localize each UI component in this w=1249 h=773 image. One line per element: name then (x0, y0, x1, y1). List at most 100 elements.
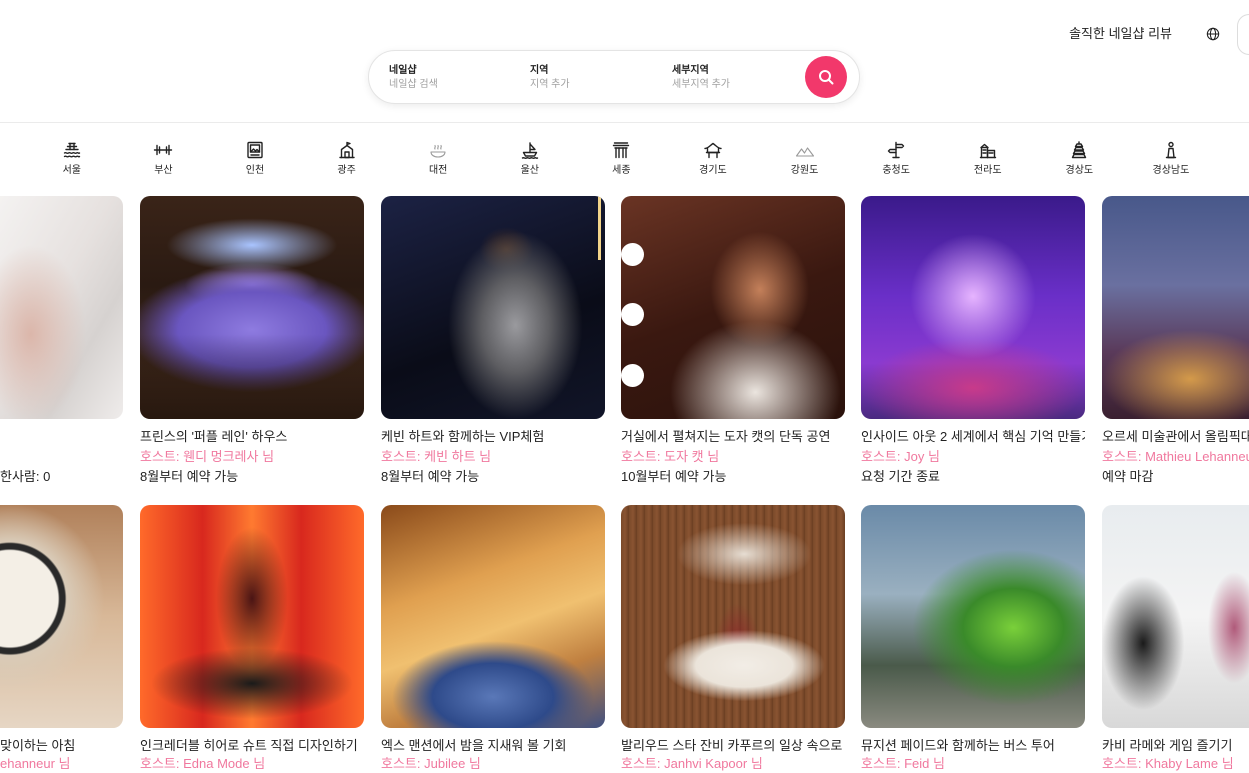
listing-card[interactable]: 뮤지션 페이드와 함께하는 버스 투어 호스트: Feid 님 (861, 505, 1085, 772)
listing-image[interactable] (140, 505, 364, 728)
framed-picture-icon (245, 140, 265, 160)
category-label: 울산 (520, 165, 539, 176)
listing-image[interactable] (381, 505, 605, 728)
buildings-icon (978, 140, 998, 160)
category-label: 강원도 (790, 165, 819, 176)
listing-host: 호스트: 케빈 하트 님 (381, 449, 492, 464)
listing-info: 케빈 하트와 함께하는 VIP체험 호스트: 케빈 하트 님 8월부터 예약 가… (381, 427, 605, 487)
category-label: 경상도 (1065, 165, 1094, 176)
category-label: 광주 (337, 165, 356, 176)
listing-card[interactable]: 한사람: 0 (0, 196, 123, 487)
listing-status: 10월부터 예약 가능 (621, 469, 727, 484)
category-label: 대전 (428, 165, 448, 176)
listing-image[interactable] (0, 196, 123, 419)
listing-image[interactable] (621, 505, 845, 728)
listing-status: 8월부터 예약 가능 (381, 469, 480, 484)
listing-title: 엑스 맨션에서 밤을 지새워 볼 기회 (381, 738, 567, 753)
listing-card[interactable]: 프린스의 '퍼플 레인' 하우스 호스트: 웬디 멍크레사 님 8월부터 예약 … (140, 196, 364, 487)
category-item[interactable]: 경상남도 (1125, 140, 1217, 178)
listing-status: 요청 기간 종료 (861, 469, 940, 484)
listing-info: 인사이드 아웃 2 세계에서 핵심 기억 만들기 호스트: Joy 님 요청 기… (861, 427, 1085, 487)
listing-card[interactable]: 카비 라메와 게임 즐기기 호스트: Khaby Lame 님 (1102, 505, 1249, 772)
listing-host: 호스트: Mathieu Lehanneu (1102, 449, 1249, 464)
listing-title: 뮤지션 페이드와 함께하는 버스 투어 (861, 738, 1055, 753)
listing-title: 인크레더블 히어로 슈트 직접 디자인하기 (140, 738, 358, 753)
listing-host: 호스트: Jubilee 님 (381, 756, 481, 771)
nail-shop-reviews-link[interactable]: 솔직한 네일샵 리뷰 (1069, 25, 1172, 43)
listing-card[interactable]: 케빈 하트와 함께하는 VIP체험 호스트: 케빈 하트 님 8월부터 예약 가… (381, 196, 605, 487)
category-label: 세종 (612, 165, 631, 176)
category-label: 경기도 (699, 165, 727, 176)
pavilion-icon (703, 140, 723, 160)
category-label: 인천 (245, 165, 265, 176)
search-field-nail-shop[interactable]: 네일샵 (389, 64, 519, 92)
user-menu-button[interactable] (1237, 14, 1249, 55)
category-item[interactable]: 강원도 (759, 140, 851, 178)
listing-card[interactable]: 인크레더블 히어로 슈트 직접 디자인하기 호스트: Edna Mode 님 (140, 505, 364, 772)
category-item[interactable]: 충청도 (850, 140, 942, 178)
listing-host: 호스트: 도자 캣 님 (621, 449, 720, 464)
listing-info: 프린스의 '퍼플 레인' 하우스 호스트: 웬디 멍크레사 님 8월부터 예약 … (140, 427, 364, 487)
listing-title: 맞이하는 아침 (0, 738, 76, 753)
category-item[interactable]: 부산 (118, 140, 210, 178)
listing-host: 호스트: Edna Mode 님 (140, 756, 266, 771)
listing-info: 발리우드 스타 잔비 카푸르의 일상 속으로 호스트: Janhvi Kapoo… (621, 737, 845, 772)
listing-card[interactable]: 거실에서 펼쳐지는 도자 캣의 단독 공연 호스트: 도자 캣 님 10월부터 … (621, 196, 845, 487)
listing-title: 케빈 하트와 함께하는 VIP체험 (381, 429, 545, 444)
category-item[interactable]: 서울 (26, 140, 118, 178)
listing-info: 엑스 맨션에서 밤을 지새워 볼 기회 호스트: Jubilee 님 (381, 737, 605, 772)
listing-title: 발리우드 스타 잔비 카푸르의 일상 속으로 (621, 738, 843, 753)
search-field-label: 지역 (530, 65, 549, 76)
steaming-bowl-icon (428, 140, 448, 160)
category-label: 경상남도 (1152, 165, 1190, 176)
search-field-region[interactable]: 지역 지역 추가 (530, 64, 660, 92)
listing-host: ehanneur 님 (0, 756, 71, 771)
search-field-label: 네일샵 (389, 65, 417, 76)
listing-title (0, 427, 123, 447)
listing-image[interactable] (861, 505, 1085, 728)
listing-card[interactable]: 엑스 맨션에서 밤을 지새워 볼 기회 호스트: Jubilee 님 (381, 505, 605, 772)
listing-title: 오르세 미술관에서 올림픽대 (1102, 429, 1249, 444)
listing-image[interactable] (0, 505, 123, 728)
listing-status: 한사람: 0 (0, 469, 51, 484)
category-item[interactable]: 경기도 (667, 140, 759, 178)
listing-info: 맞이하는 아침 ehanneur 님 (0, 737, 123, 772)
search-icon (818, 69, 834, 85)
category-item[interactable]: 인천 (209, 140, 301, 178)
category-item[interactable]: 울산 (484, 140, 576, 178)
listing-host: 호스트: Khaby Lame 님 (1102, 756, 1234, 771)
search-button[interactable] (805, 56, 847, 98)
ship-icon (520, 140, 540, 160)
building-icon (337, 140, 357, 160)
search-bar: 네일샵 지역 지역 추가 세부지역 세부지역 추가 (368, 50, 860, 104)
listing-card[interactable]: 오르세 미술관에서 올림픽대 호스트: Mathieu Lehanneu 예약 … (1102, 196, 1249, 487)
category-item[interactable]: 전라도 (942, 140, 1034, 178)
category-item[interactable]: 광주 (301, 140, 393, 178)
listing-image[interactable] (1102, 505, 1249, 728)
listing-info: 카비 라메와 게임 즐기기 호스트: Khaby Lame 님 (1102, 737, 1249, 772)
listing-image[interactable] (140, 196, 364, 419)
category-item[interactable]: 세종 (576, 140, 668, 178)
listing-image[interactable] (621, 196, 845, 419)
listing-card[interactable]: 인사이드 아웃 2 세계에서 핵심 기억 만들기 호스트: Joy 님 요청 기… (861, 196, 1085, 487)
listing-card[interactable]: 발리우드 스타 잔비 카푸르의 일상 속으로 호스트: Janhvi Kapoo… (621, 505, 845, 772)
category-label: 부산 (154, 165, 173, 176)
listing-host: 호스트: 웬디 멍크레사 님 (140, 449, 275, 464)
gate-icon (611, 140, 631, 160)
search-field-subregion[interactable]: 세부지역 세부지역 추가 (672, 64, 802, 92)
listing-info: 뮤지션 페이드와 함께하는 버스 투어 호스트: Feid 님 (861, 737, 1085, 772)
category-item[interactable]: 대전 (392, 140, 484, 178)
mountains-icon (795, 140, 815, 160)
listing-card[interactable]: 맞이하는 아침 ehanneur 님 (0, 505, 123, 772)
category-item[interactable]: 경상도 (1034, 140, 1126, 178)
listing-image[interactable] (1102, 196, 1249, 419)
nail-shop-search-input[interactable] (389, 78, 509, 92)
listing-status: 8월부터 예약 가능 (140, 469, 239, 484)
listing-image[interactable] (381, 196, 605, 419)
listing-image[interactable] (861, 196, 1085, 419)
category-label: 서울 (62, 165, 81, 176)
header-divider (0, 122, 1249, 123)
mirror-bulb (621, 243, 644, 266)
mirror-bulb (621, 303, 644, 326)
language-button[interactable] (1204, 25, 1222, 43)
